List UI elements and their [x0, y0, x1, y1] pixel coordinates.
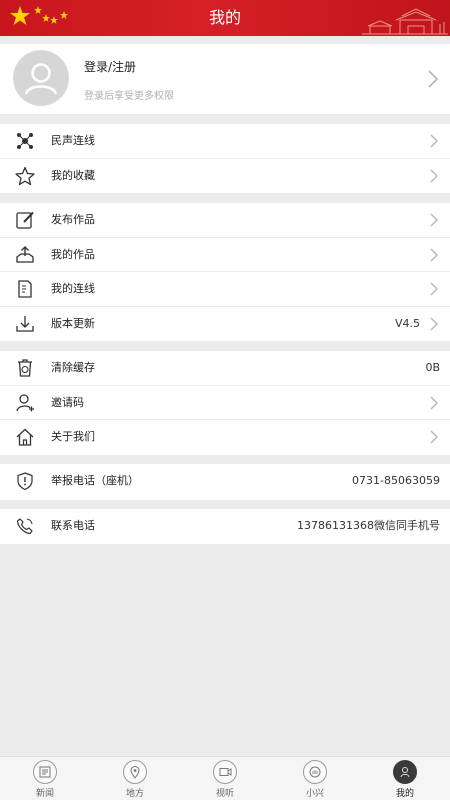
menu-item-publish[interactable]: 发布作品 [0, 203, 450, 238]
version-value: V4.5 [394, 316, 420, 330]
upload-tray-icon [16, 245, 34, 263]
menu-item-version-update[interactable]: 版本更新 V4.5 [0, 307, 450, 342]
menu-label: 版本更新 [51, 316, 95, 330]
tab-video[interactable]: 视听 [180, 757, 270, 800]
menu-label: 清除缓存 [51, 361, 95, 374]
menu-label: 民声连线 [51, 134, 95, 147]
chevron-right-icon[interactable] [428, 70, 438, 88]
chevron-right-icon [430, 134, 438, 148]
menu-group-1: 民声连线 我的收藏 [0, 124, 450, 193]
edit-icon [16, 211, 34, 229]
tab-profile[interactable]: 我的 [360, 757, 450, 800]
menu-group-3: 清除缓存 0B 邀请码 关于我们 [0, 351, 450, 455]
chevron-right-icon [430, 430, 438, 444]
report-phone-item[interactable]: 举报电话（座机） 0731-85063059 [0, 464, 450, 500]
menu-label: 关于我们 [51, 430, 95, 443]
report-phone-number[interactable]: 0731-85063059 [352, 464, 440, 498]
menu-label: 我的作品 [51, 247, 95, 261]
star-icon [15, 166, 35, 185]
top-header: 我的 [0, 0, 450, 36]
menu-label: 举报电话（座机） [51, 474, 139, 487]
download-icon [16, 315, 34, 332]
tab-label: 我的 [395, 789, 414, 799]
cache-size-value: 0B [425, 361, 440, 374]
tab-label: 视听 [215, 789, 234, 799]
avatar[interactable] [13, 50, 69, 106]
profile-card[interactable]: 登录/注册 登录后享受更多权限 [0, 44, 450, 114]
menu-item-my-works[interactable]: 我的作品 [0, 238, 450, 272]
menu-label: 发布作品 [51, 213, 95, 226]
chevron-right-icon [430, 213, 438, 227]
tab-label: 新闻 [35, 789, 54, 799]
tab-news[interactable]: 新闻 [0, 757, 90, 800]
menu-item-invite-code[interactable]: 邀请码 [0, 386, 450, 420]
phone-icon [16, 518, 33, 535]
tab-local[interactable]: 地方 [90, 757, 180, 800]
chevron-right-icon [430, 248, 438, 261]
report-phone-row[interactable]: 举报电话（座机） 0731-85063059 [0, 464, 450, 500]
menu-label: 联系电话 [51, 519, 95, 532]
tab-label: 地方 [125, 789, 144, 799]
home-icon [16, 428, 34, 446]
user-placeholder-icon [14, 51, 68, 105]
document-icon [18, 280, 32, 298]
login-register-link[interactable]: 登录/注册 [84, 58, 136, 75]
menu-item-clear-cache[interactable]: 清除缓存 0B [0, 351, 450, 386]
chevron-right-icon [430, 396, 438, 409]
tab-assistant[interactable]: 小兴 [270, 757, 360, 800]
contact-phone-row[interactable]: 联系电话 13786131368微信同手机号 [0, 509, 450, 544]
menu-label: 我的收藏 [51, 168, 95, 182]
tab-label: 小兴 [305, 789, 324, 799]
shield-alert-icon [17, 472, 33, 491]
trash-icon [18, 359, 32, 377]
contact-phone-number[interactable]: 13786131368微信同手机号 [297, 509, 440, 543]
profile-icon [393, 760, 417, 784]
user-add-icon [16, 393, 34, 411]
menu-item-favorites[interactable]: 我的收藏 [0, 159, 450, 194]
bottom-tab-bar: 新闻 地方 视听 小兴 我的 [0, 756, 450, 800]
tiananmen-skyline-icon [362, 8, 448, 35]
network-icon [17, 133, 33, 149]
menu-group-2: 发布作品 我的作品 我的连线 版本更新 V4.5 [0, 203, 450, 341]
menu-label: 我的连线 [51, 282, 95, 295]
menu-label: 邀请码 [51, 395, 84, 409]
menu-item-my-connections[interactable]: 我的连线 [0, 272, 450, 307]
chevron-right-icon [430, 317, 438, 330]
contact-phone-item[interactable]: 联系电话 13786131368微信同手机号 [0, 509, 450, 544]
assistant-icon [303, 760, 327, 784]
menu-item-about-us[interactable]: 关于我们 [0, 420, 450, 455]
video-icon [213, 760, 237, 784]
chevron-right-icon [430, 282, 438, 296]
menu-item-voice-connect[interactable]: 民声连线 [0, 124, 450, 159]
login-hint: 登录后享受更多权限 [84, 91, 174, 102]
news-icon [33, 760, 57, 784]
chevron-right-icon [430, 169, 438, 182]
location-icon [123, 760, 147, 784]
